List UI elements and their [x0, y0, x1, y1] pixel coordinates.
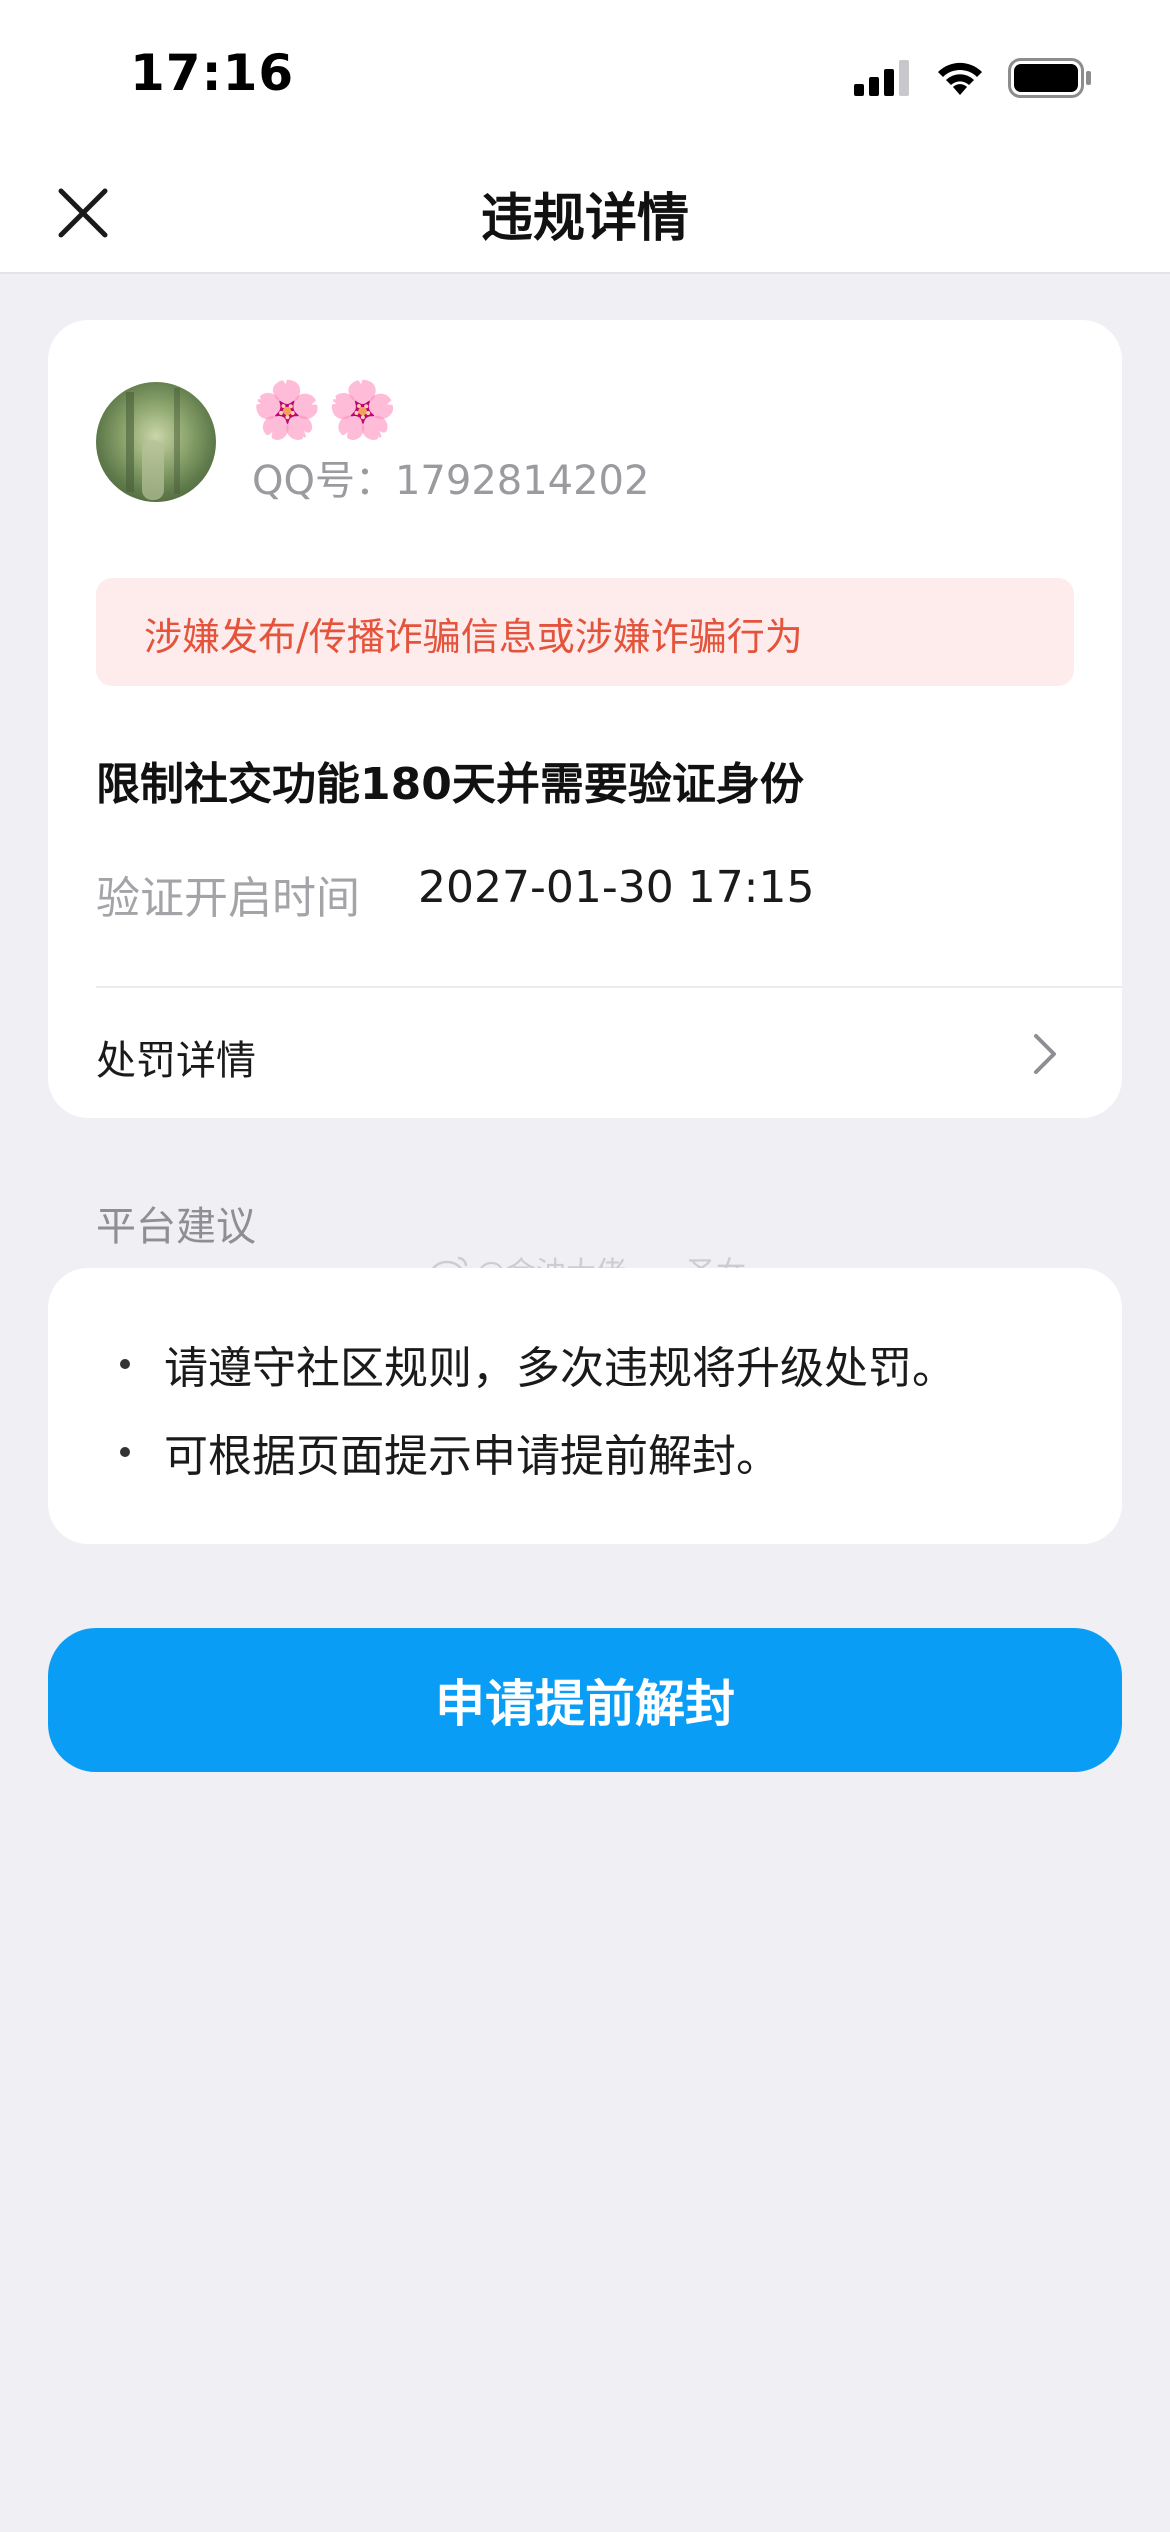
verify-time-label: 验证开启时间: [96, 873, 360, 924]
violation-card: 🌸🌸 QQ号：1792814202 涉嫌发布/传播诈骗信息或涉嫌诈骗行为 限制社…: [48, 320, 1122, 1118]
penalty-details-label: 处罚详情: [96, 1038, 256, 1084]
status-icons: [854, 58, 1092, 98]
apply-early-unban-label: 申请提前解封: [435, 1675, 735, 1733]
nickname: 🌸🌸: [252, 378, 404, 443]
status-bar: 17:16: [0, 0, 1170, 150]
suggestions-card: 请遵守社区规则，多次违规将升级处罚。 可根据页面提示申请提前解封。: [48, 1268, 1122, 1544]
penalty-summary: 限制社交功能180天并需要验证身份: [96, 759, 804, 810]
chevron-right-icon: [1034, 1034, 1056, 1074]
suggestion-item: 可根据页面提示申请提前解封。: [120, 1420, 780, 1484]
battery-icon: [1008, 58, 1091, 98]
nav-bar: 违规详情: [0, 150, 1170, 274]
suggestion-text: 可根据页面提示申请提前解封。: [164, 1431, 780, 1482]
penalty-details-row[interactable]: 处罚详情: [48, 988, 1122, 1118]
status-time: 17:16: [130, 44, 295, 102]
wifi-icon: [938, 62, 982, 95]
bullet-icon: [120, 1447, 130, 1457]
page-title: 违规详情: [480, 189, 689, 249]
violation-reason: 涉嫌发布/传播诈骗信息或涉嫌诈骗行为: [144, 615, 803, 659]
apply-early-unban-button[interactable]: 申请提前解封: [48, 1628, 1122, 1772]
violation-reason-banner: 涉嫌发布/传播诈骗信息或涉嫌诈骗行为: [96, 578, 1074, 686]
cellular-signal-icon: [854, 60, 909, 96]
suggestion-item: 请遵守社区规则，多次违规将升级处罚。: [120, 1332, 956, 1396]
suggestion-text: 请遵守社区规则，多次违规将升级处罚。: [164, 1343, 956, 1394]
avatar[interactable]: [96, 382, 216, 502]
qq-number: QQ号：1792814202: [252, 458, 650, 504]
verify-time-value: 2027-01-30 17:15: [418, 862, 815, 913]
suggestions-title: 平台建议: [96, 1204, 256, 1250]
bullet-icon: [120, 1359, 130, 1369]
